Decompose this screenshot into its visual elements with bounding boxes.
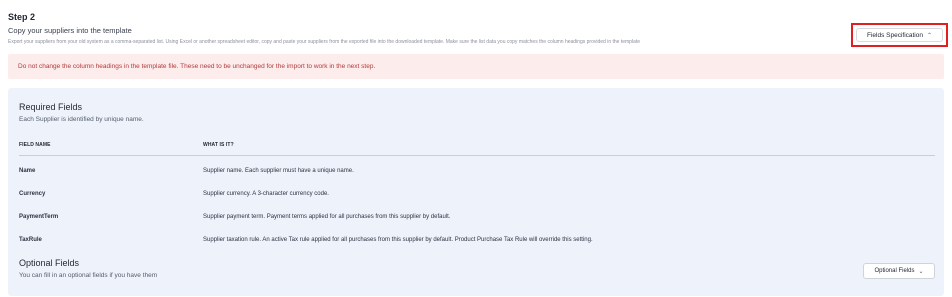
table-row: Currency Supplier currency. A 3-characte… (19, 182, 935, 205)
required-fields-table: FIELD NAME WHAT IS IT? Name Supplier nam… (19, 135, 935, 251)
table-row: PaymentTerm Supplier payment term. Payme… (19, 205, 935, 228)
step-description: Export your suppliers from your old syst… (8, 39, 641, 45)
table-row: Name Supplier name. Each supplier must h… (19, 159, 935, 182)
warning-alert: Do not change the column headings in the… (8, 54, 944, 79)
header-what-is-it: WHAT IS IT? (203, 142, 234, 148)
fields-specification-button[interactable]: Fields Specification ⌃ (856, 28, 943, 42)
step-subtitle: Copy your suppliers into the template (8, 26, 132, 35)
field-name: Name (19, 167, 36, 174)
chevron-up-icon: ⌃ (926, 32, 933, 39)
required-fields-subtitle: Each Supplier is identified by unique na… (19, 116, 144, 123)
optional-fields-button[interactable]: Optional Fields ⌄ (863, 263, 935, 279)
field-description: Supplier payment term. Payment terms app… (203, 213, 451, 220)
optional-fields-subtitle: You can fill in an optional fields if yo… (19, 272, 158, 279)
table-row: TaxRule Supplier taxation rule. An activ… (19, 228, 935, 251)
chevron-down-icon: ⌄ (918, 268, 924, 275)
optional-fields-title: Optional Fields (19, 258, 80, 268)
optional-fields-label: Optional Fields (874, 268, 915, 274)
field-name: Currency (19, 190, 46, 197)
fields-panel: Required Fields Each Supplier is identif… (8, 88, 944, 296)
field-description: Supplier taxation rule. An active Tax ru… (203, 236, 593, 243)
field-description: Supplier name. Each supplier must have a… (203, 167, 354, 174)
field-name: TaxRule (19, 236, 42, 243)
step-title: Step 2 (8, 12, 36, 22)
required-fields-title: Required Fields (19, 102, 83, 112)
warning-alert-text: Do not change the column headings in the… (18, 63, 376, 70)
field-description: Supplier currency. A 3-character currenc… (203, 190, 329, 197)
header-field-name: FIELD NAME (19, 142, 51, 148)
table-header: FIELD NAME WHAT IS IT? (19, 135, 935, 156)
fields-specification-label: Fields Specification (866, 31, 923, 39)
field-name: PaymentTerm (19, 213, 59, 220)
